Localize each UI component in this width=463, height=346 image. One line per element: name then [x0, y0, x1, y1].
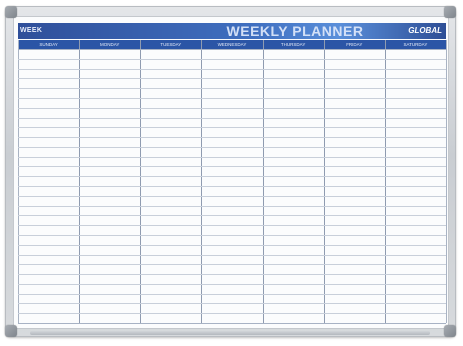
planner-title: WEEKLY PLANNER — [226, 23, 364, 39]
grid-row-line — [18, 147, 446, 148]
grid-row-line — [18, 176, 446, 177]
day-header-monday: MONDAY — [100, 42, 120, 47]
grid-row-line — [18, 274, 446, 275]
column-divider — [18, 40, 19, 323]
marker-tray — [30, 331, 430, 335]
grid-row-line — [18, 303, 446, 304]
grid-row-line — [18, 49, 446, 50]
column-divider — [324, 40, 325, 323]
grid-row-line — [18, 245, 446, 246]
day-header-thursday: THURSDAY — [280, 42, 306, 47]
grid-row-line — [18, 225, 446, 226]
day-header-saturday: SATURDAY — [403, 42, 428, 47]
grid-row-line — [18, 69, 446, 70]
grid-row-line — [18, 166, 446, 167]
grid-row-line — [18, 157, 446, 158]
global-logo: GLOBAL — [408, 26, 442, 35]
grid-row-line — [18, 108, 446, 109]
planner-photo: WEEK WEEKLY PLANNER GLOBAL SUNDAY MONDAY T… — [0, 0, 463, 346]
grid-row-line — [18, 137, 446, 138]
grid-row-line — [18, 118, 446, 119]
grid-row-line — [18, 255, 446, 256]
grid-row-line — [18, 196, 446, 197]
frame-corner-bottom-right — [444, 325, 456, 337]
day-header-sunday: SUNDAY — [39, 42, 58, 47]
grid-row-line — [18, 59, 446, 60]
column-divider — [79, 40, 80, 323]
day-header-wednesday: WEDNESDAY — [217, 42, 247, 47]
frame-corner-bottom-left — [5, 325, 17, 337]
column-divider — [385, 40, 386, 323]
grid-row-line — [18, 284, 446, 285]
frame-corner-top-left — [5, 6, 17, 18]
grid-row-line — [18, 215, 446, 216]
day-header-friday: FRIDAY — [346, 42, 363, 47]
grid-row-line — [18, 206, 446, 207]
grid-row-line — [18, 98, 446, 99]
grid-row-line — [18, 264, 446, 265]
grid-row-line — [18, 313, 446, 314]
column-divider — [201, 40, 202, 323]
day-header-tuesday: TUESDAY — [160, 42, 182, 47]
grid-row-line — [18, 235, 446, 236]
column-divider — [446, 40, 447, 323]
grid-row-line — [18, 127, 446, 128]
grid-row-line — [18, 186, 446, 187]
grid-row-line — [18, 323, 446, 324]
grid-row-line — [18, 294, 446, 295]
column-divider — [140, 40, 141, 323]
column-divider — [263, 40, 264, 323]
week-label: WEEK — [20, 27, 43, 34]
grid-row-line — [18, 78, 446, 79]
grid-row-line — [18, 88, 446, 89]
frame-corner-top-right — [444, 6, 456, 18]
